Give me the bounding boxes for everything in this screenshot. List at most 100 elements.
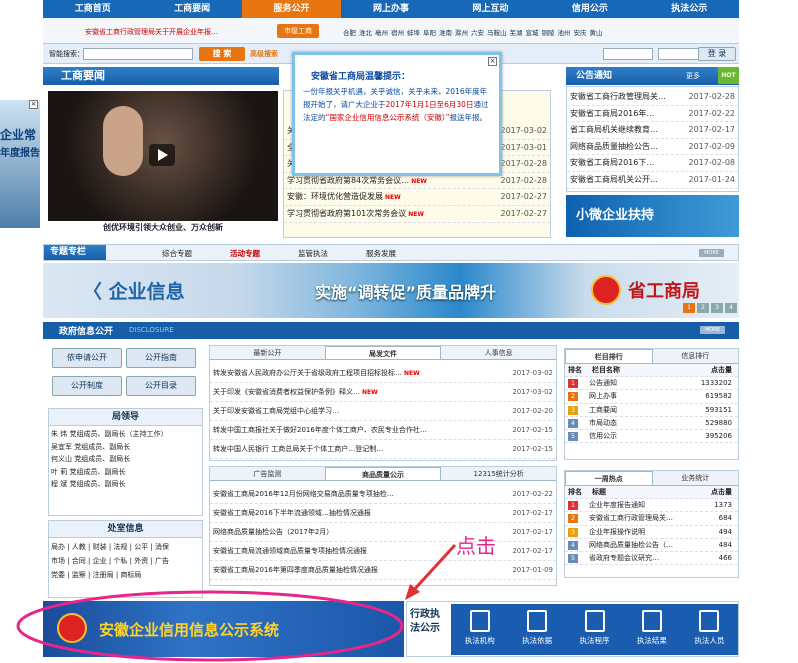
list-item[interactable]: 网络商品质量抽检公告（2017年2月） 2017-02-17	[210, 523, 556, 542]
city-link[interactable]: 蚌埠	[407, 27, 420, 37]
announce-item-title[interactable]: 网络商品质量抽检公告…	[570, 139, 658, 155]
list-item[interactable]: 关于印发安徽省工商局党组中心组学习… 2017-02-20	[210, 402, 556, 421]
table-row[interactable]: 2 安徽省工商行政管理局关… 684	[565, 512, 738, 526]
table-row[interactable]: 2 网上办事 619582	[565, 390, 738, 404]
leader-row[interactable]: 朱 炜 党组成员、副局长（主持工作）	[51, 428, 200, 441]
nav-item-home[interactable]: 工商首页	[43, 0, 142, 18]
table-row[interactable]: 3 工商要闻 593151	[565, 404, 738, 417]
list-item[interactable]: 学习贯彻省政府第101次常务会议 NEW 2017-02-27	[284, 206, 550, 223]
list-item[interactable]: 安徽省工商行政管理局关… 2017-02-28	[567, 89, 738, 106]
nav-item-interact[interactable]: 网上互动	[441, 0, 540, 18]
list-item[interactable]: 安徽省工商局流通领域商品质量专项抽检情况通报 2017-02-17	[210, 542, 556, 561]
dept-row[interactable]: 市场 | 合同 | 企业 | 个私 | 外资 | 广告	[51, 554, 200, 568]
city-link[interactable]: 铜陵	[542, 27, 555, 37]
city-link[interactable]: 阜阳	[423, 27, 436, 37]
announce-item-title[interactable]: 省工商局机关继续教育…	[570, 122, 658, 138]
tab[interactable]: 局发文件	[324, 346, 442, 359]
law-item[interactable]: 执法机构	[451, 604, 508, 655]
leader-row[interactable]: 吴宜军 党组成员、副局长	[51, 441, 200, 454]
advanced-search-link[interactable]: 高级搜索	[250, 49, 278, 59]
rank-name[interactable]: 省政府专题会议研究…	[589, 552, 691, 564]
search-button[interactable]: 搜 索	[199, 47, 245, 61]
tab[interactable]: 最新公开	[210, 346, 325, 359]
nav-item-law[interactable]: 执法公示	[640, 0, 739, 18]
rank-name[interactable]: 企业年报操作说明	[589, 526, 691, 538]
disclosure-guide-button[interactable]: 公开指南	[126, 348, 196, 368]
rank-tab[interactable]: 一周热点	[565, 471, 653, 485]
law-item[interactable]: 执法结果	[623, 604, 680, 655]
rank-name[interactable]: 工商要闻	[589, 404, 691, 416]
announce-more[interactable]: 更多	[686, 67, 700, 85]
tab[interactable]: 商品质量公示	[324, 467, 442, 480]
dept-row[interactable]: 局办 | 人教 | 财装 | 法规 | 公平 | 消保	[51, 540, 200, 554]
news-video[interactable]	[48, 91, 278, 221]
list-item[interactable]: 安徽省工商局2016年第四季度商品质量抽检情况通报 2017-01-09	[210, 561, 556, 580]
special-more[interactable]: MORE	[699, 249, 724, 257]
item-title[interactable]: 关于印发《安徽省消费者权益保护条例》释义… NEW	[213, 383, 378, 401]
item-title[interactable]: 安徽省工商局2016年12月份网络交易商品质量专项抽检…	[213, 485, 394, 503]
list-item[interactable]: 关于印发《安徽省消费者权益保护条例》释义… NEW 2017-03-02	[210, 383, 556, 402]
list-item[interactable]: 安徽省工商局2016下半年流通领域…抽检情况通报 2017-02-17	[210, 504, 556, 523]
banner-page-button[interactable]: 3	[711, 303, 723, 313]
popup-system-link[interactable]: “国家企业信用信息公示系统（安徽）”	[326, 113, 450, 122]
banner-page-button[interactable]: 2	[697, 303, 709, 313]
city-link[interactable]: 宣城	[526, 27, 539, 37]
announce-item-title[interactable]: 安徽省工商局机关公开…	[570, 172, 658, 188]
city-button[interactable]: 市级工商	[277, 24, 319, 38]
table-row[interactable]: 1 公告通知 1333202	[565, 377, 738, 391]
city-link[interactable]: 安庆	[574, 27, 587, 37]
law-item[interactable]: 执法人员	[681, 604, 738, 655]
rank-name[interactable]: 网络商品质量抽检公告（…	[589, 539, 691, 551]
table-row[interactable]: 4 网络商品质量抽检公告（… 484	[565, 539, 738, 552]
city-link[interactable]: 滁州	[455, 27, 468, 37]
table-row[interactable]: 5 省政府专题会议研究… 466	[565, 552, 738, 566]
special-tab[interactable]: 监管执法	[298, 248, 328, 259]
city-link[interactable]: 马鞍山	[487, 27, 507, 37]
item-title[interactable]: 安徽省工商局流通领域商品质量专项抽检情况通报	[213, 542, 367, 560]
list-item[interactable]: 转发中国工商报社关于做好2016年度个体工商户、农民专业合作社… 2017-02-…	[210, 421, 556, 440]
announce-item-title[interactable]: 安徽省工商局2016下…	[570, 155, 654, 171]
rank-tab[interactable]: 栏目排行	[565, 349, 653, 363]
announce-item-title[interactable]: 安徽省工商局2016年…	[570, 106, 654, 122]
rank-name[interactable]: 网上办事	[589, 390, 691, 402]
search-input[interactable]	[83, 48, 193, 60]
nav-item-online[interactable]: 网上办事	[341, 0, 440, 18]
dept-row[interactable]: 党委 | 监察 | 注册局 | 商标局	[51, 568, 200, 582]
rank-name[interactable]: 信用公示	[589, 430, 691, 442]
small-biz-banner[interactable]: 小微企业扶持	[566, 195, 739, 237]
law-item[interactable]: 执法程序	[566, 604, 623, 655]
list-item[interactable]: 转发中国人民银行 工商总局关于个体工商户…登记制… 2017-02-15	[210, 440, 556, 459]
notice-text[interactable]: 安徽省工商行政管理局关于开展企业年报…	[85, 27, 218, 37]
leader-row[interactable]: 何义山 党组成员、副局长	[51, 453, 200, 466]
rank-name[interactable]: 公告通知	[589, 377, 691, 389]
list-item[interactable]: 转发安徽省人民政府办公厅关于省级政府工程项目招标投标… NEW 2017-03-02	[210, 364, 556, 383]
city-link[interactable]: 亳州	[375, 27, 388, 37]
table-row[interactable]: 1 企业年度报告通知 1373	[565, 499, 738, 513]
tab[interactable]: 12315统计分析	[441, 467, 556, 480]
list-item[interactable]: 网络商品质量抽检公告… 2017-02-09	[567, 139, 738, 156]
login-button[interactable]: 登 录	[698, 47, 736, 61]
list-item[interactable]: 安徽省工商局2016年12月份网络交易商品质量专项抽检… 2017-02-22	[210, 485, 556, 504]
disclosure-catalog-button[interactable]: 公开目录	[126, 376, 196, 396]
announce-item-title[interactable]: 安徽省工商行政管理局关…	[570, 89, 666, 105]
gov-more[interactable]: MORE	[700, 326, 725, 334]
apply-disclosure-button[interactable]: 依申请公开	[52, 348, 122, 368]
special-tab[interactable]: 活动专题	[230, 248, 260, 259]
news-caption[interactable]: 创优环境引领大众创业、万众创新	[48, 222, 278, 233]
tab[interactable]: 广告监测	[210, 467, 325, 480]
item-title[interactable]: 网络商品质量抽检公告（2017年2月）	[213, 523, 333, 541]
leader-row[interactable]: 叶 莉 党组成员、副局长	[51, 466, 200, 479]
news-title[interactable]: 学习贯彻省政府第101次常务会议 NEW	[287, 206, 424, 222]
username-input[interactable]	[603, 48, 653, 60]
list-item[interactable]: 安徽省工商局2016下… 2017-02-08	[567, 155, 738, 172]
special-tab[interactable]: 服务发展	[366, 248, 396, 259]
play-icon[interactable]	[149, 144, 175, 166]
item-title[interactable]: 安徽省工商局2016下半年流通领域…抽检情况通报	[213, 504, 371, 522]
left-ad-close-icon[interactable]: ×	[29, 100, 38, 109]
disclosure-policy-button[interactable]: 公开制度	[52, 376, 122, 396]
banner-page-button[interactable]: 1	[683, 303, 695, 313]
rank-tab[interactable]: 信息排行	[653, 349, 739, 363]
city-link[interactable]: 池州	[558, 27, 571, 37]
list-item[interactable]: 安徽省工商局2016年… 2017-02-22	[567, 106, 738, 123]
news-title[interactable]: 安徽：环境优化营造促发展 NEW	[287, 189, 401, 205]
